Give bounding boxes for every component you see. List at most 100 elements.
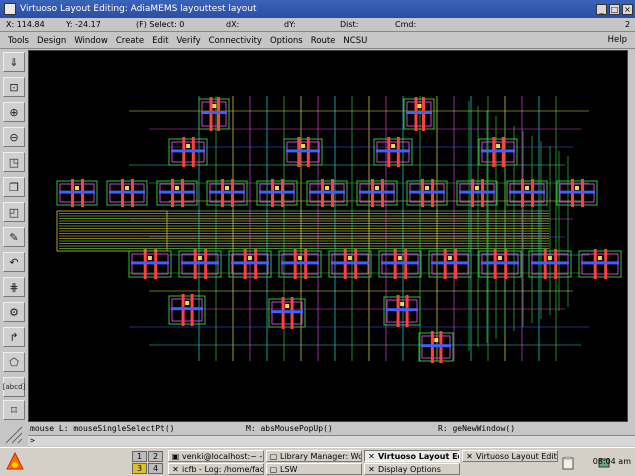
cell-contact xyxy=(325,186,329,190)
task-library-manager[interactable]: ▢ Library Manager: Work xyxy=(266,450,362,462)
mouse-bindings-bar: mouse L: mouseSingleSelectPt() M: absMou… xyxy=(28,423,635,435)
task-virtuoso-active[interactable]: ✕Virtuoso Layout Edit xyxy=(364,450,460,462)
cell-metal xyxy=(201,111,227,114)
cell-contact xyxy=(347,256,352,260)
cell-metal xyxy=(581,261,619,265)
minimize-button[interactable]: _ xyxy=(596,3,607,15)
task-virtuoso[interactable]: ✕ Virtuoso Layout Editi xyxy=(462,450,558,462)
label-button[interactable]: [abcd] xyxy=(3,377,25,397)
cell-metal xyxy=(531,261,569,265)
cell-contact xyxy=(425,186,429,190)
window-menu-icon[interactable] xyxy=(4,3,16,15)
workspace-1[interactable]: 1 xyxy=(132,451,147,462)
task-icfb-log[interactable]: ✕ icfb - Log: /home/face/ xyxy=(168,463,264,475)
polygon-icon[interactable]: ⬠ xyxy=(3,352,25,372)
menu-tools[interactable]: Tools xyxy=(4,36,33,46)
start-menu-icon[interactable] xyxy=(3,451,27,475)
cell-metal xyxy=(171,149,205,153)
cell-contact xyxy=(434,338,439,342)
corner-grip xyxy=(0,423,28,447)
menu-design[interactable]: Design xyxy=(33,36,70,46)
command-input[interactable]: > xyxy=(28,435,635,446)
title-bar: Virtuoso Layout Editing: AdiaMEMS layout… xyxy=(0,0,635,18)
x-app-icon: ✕ xyxy=(172,465,179,474)
cell-contact xyxy=(185,301,190,305)
property-icon[interactable]: ⋕ xyxy=(3,277,25,297)
cell-metal xyxy=(209,190,245,194)
undo-icon[interactable]: ↶ xyxy=(3,252,25,272)
delete-icon[interactable]: ✎ xyxy=(3,227,25,247)
menu-create[interactable]: Create xyxy=(112,36,148,46)
cell-contact xyxy=(125,186,129,190)
task-display-options[interactable]: ✕ Display Options xyxy=(364,463,460,475)
zoom-in-icon[interactable]: ⊕ xyxy=(3,102,25,122)
cell-metal xyxy=(431,261,469,265)
cell-contact xyxy=(175,186,179,190)
move-icon[interactable]: ◰ xyxy=(3,202,25,222)
menu-window[interactable]: Window xyxy=(70,36,112,46)
x-app-icon: ✕ xyxy=(368,465,375,474)
cell-contact xyxy=(212,104,217,108)
cell-contact xyxy=(391,144,396,148)
dx-readout: dX: xyxy=(226,20,240,29)
save-icon[interactable]: ⇓ xyxy=(3,52,25,72)
dist-readout: Dist: xyxy=(340,20,359,29)
cell-contact xyxy=(197,256,202,260)
zoom-fit-icon[interactable]: ⊡ xyxy=(3,77,25,97)
path-icon[interactable]: ⚙ xyxy=(3,302,25,322)
menu-ncsu[interactable]: NCSU xyxy=(339,36,371,46)
cell-contact xyxy=(397,256,402,260)
layout-canvas[interactable] xyxy=(28,50,628,422)
cell-contact xyxy=(285,304,290,308)
cell-metal xyxy=(159,190,195,194)
cell-contact xyxy=(496,144,501,148)
cell-contact xyxy=(475,186,479,190)
cell-contact xyxy=(147,256,152,260)
clipboard-icon[interactable] xyxy=(562,456,574,470)
cell-contact xyxy=(447,256,452,260)
cell-contact xyxy=(301,144,306,148)
stretch-icon[interactable]: ◳ xyxy=(3,152,25,172)
copy-icon[interactable]: ❐ xyxy=(3,177,25,197)
window-icon: ▢ xyxy=(269,452,278,461)
y-coordinate: Y: -24.17 xyxy=(66,20,101,29)
mouse-left-binding: mouse L: mouseSingleSelectPt() xyxy=(30,424,175,433)
menu-connectivity[interactable]: Connectivity xyxy=(205,36,266,46)
menu-help[interactable]: Help xyxy=(608,35,627,45)
cell-metal xyxy=(271,310,303,314)
cell-contact xyxy=(575,186,579,190)
layout-drawing xyxy=(56,96,622,363)
menu-options[interactable]: Options xyxy=(266,36,307,46)
cell-metal xyxy=(359,190,395,194)
maximize-button[interactable]: □ xyxy=(609,3,620,15)
cell-metal xyxy=(131,261,169,265)
workspace-3[interactable]: 3 xyxy=(132,463,147,474)
cell-contact xyxy=(75,186,79,190)
command-prompt: > xyxy=(30,436,35,445)
cell-metal xyxy=(231,261,269,265)
workspace-2[interactable]: 2 xyxy=(148,451,163,462)
cell-metal xyxy=(59,190,95,194)
cell-contact xyxy=(186,144,191,148)
cell-metal xyxy=(509,190,545,194)
workspace-pager: 1 2 3 4 xyxy=(132,451,164,475)
close-button[interactable]: × xyxy=(622,3,633,15)
cell-metal xyxy=(459,190,495,194)
task-terminal[interactable]: ▣venki@localhost:~ - Sh xyxy=(168,450,264,462)
ruler-icon[interactable]: ⌑ xyxy=(3,400,25,420)
cell-metal xyxy=(331,261,369,265)
menu-route[interactable]: Route xyxy=(307,36,340,46)
icon-toolbar: ⇓ ⊡ ⊕ ⊖ ◳ ❐ ◰ ✎ ↶ ⋕ ⚙ ↱ ⬠ [abcd] ⌑ xyxy=(0,50,28,422)
cell-metal xyxy=(481,261,519,265)
cell-contact xyxy=(375,186,379,190)
task-lsw[interactable]: ▢ LSW xyxy=(266,463,362,475)
menu-bar: Tools Design Window Create Edit Verify C… xyxy=(0,33,635,49)
wire-icon[interactable]: ↱ xyxy=(3,327,25,347)
workspace-4[interactable]: 4 xyxy=(148,463,163,474)
zoom-out-icon[interactable]: ⊖ xyxy=(3,127,25,147)
menu-verify[interactable]: Verify xyxy=(173,36,205,46)
menu-edit[interactable]: Edit xyxy=(148,36,172,46)
cell-metal xyxy=(376,149,410,153)
cell-metal xyxy=(381,261,419,265)
cell-metal xyxy=(421,344,451,348)
